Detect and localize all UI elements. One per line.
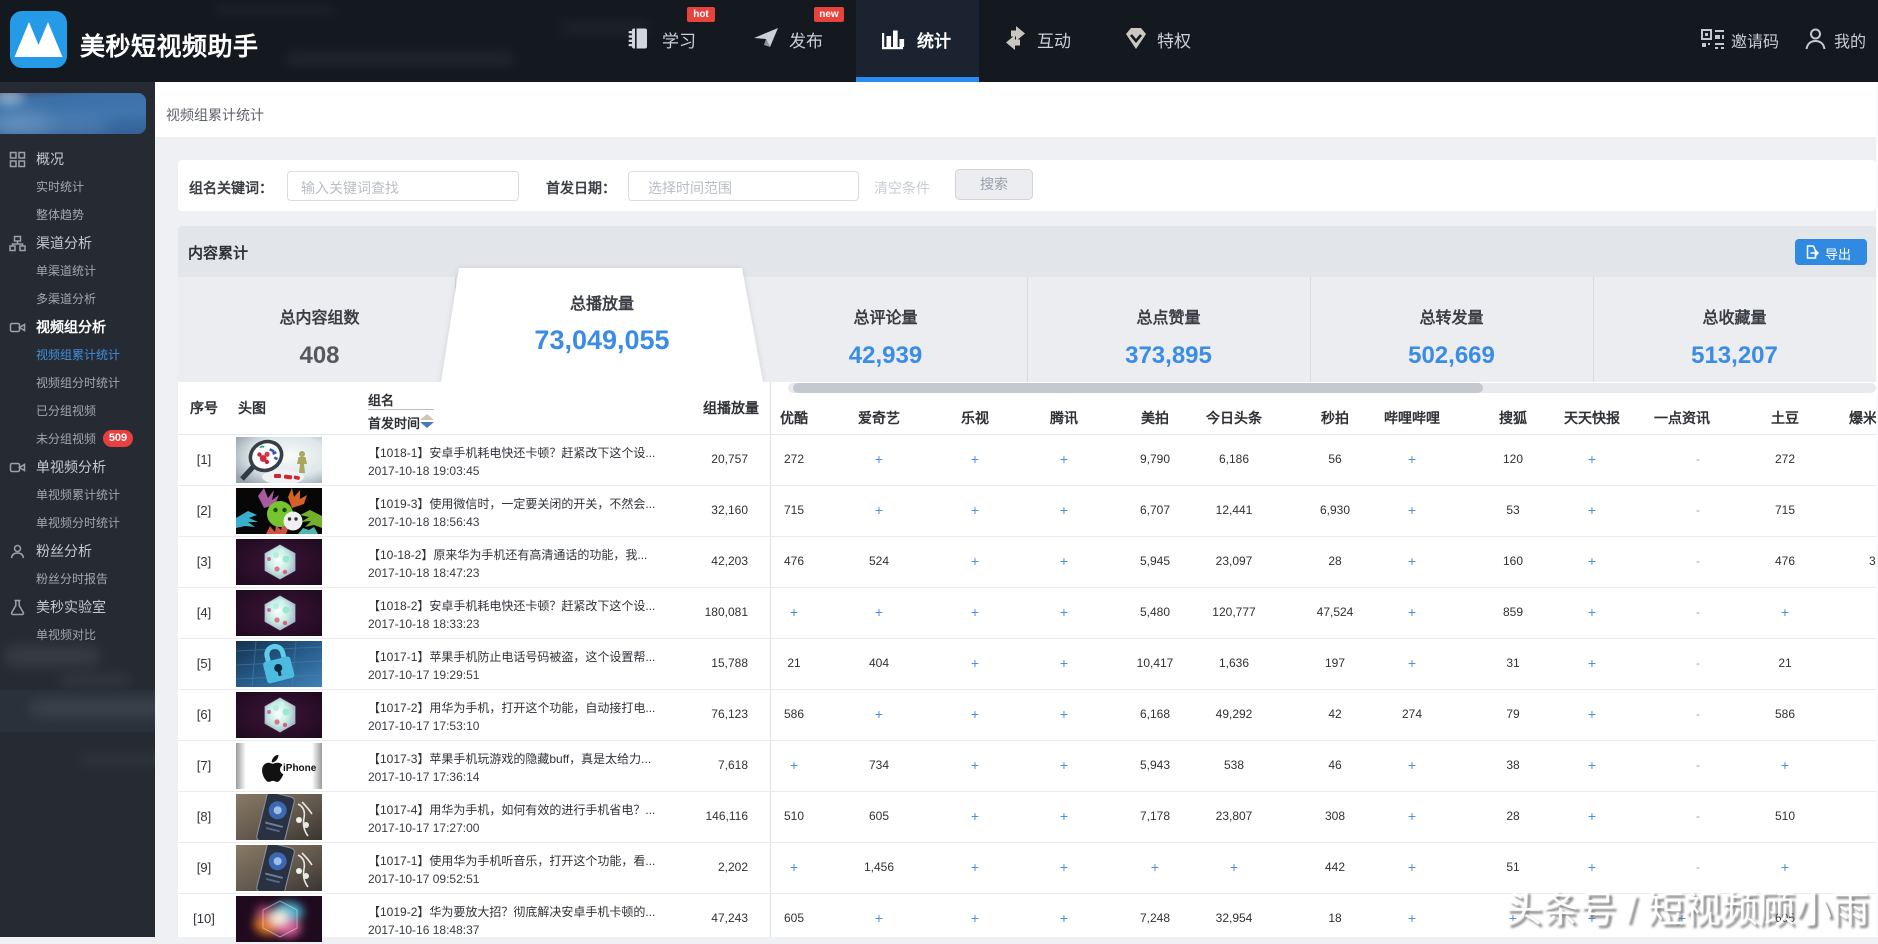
svg-text:iPhone: iPhone xyxy=(283,763,317,774)
